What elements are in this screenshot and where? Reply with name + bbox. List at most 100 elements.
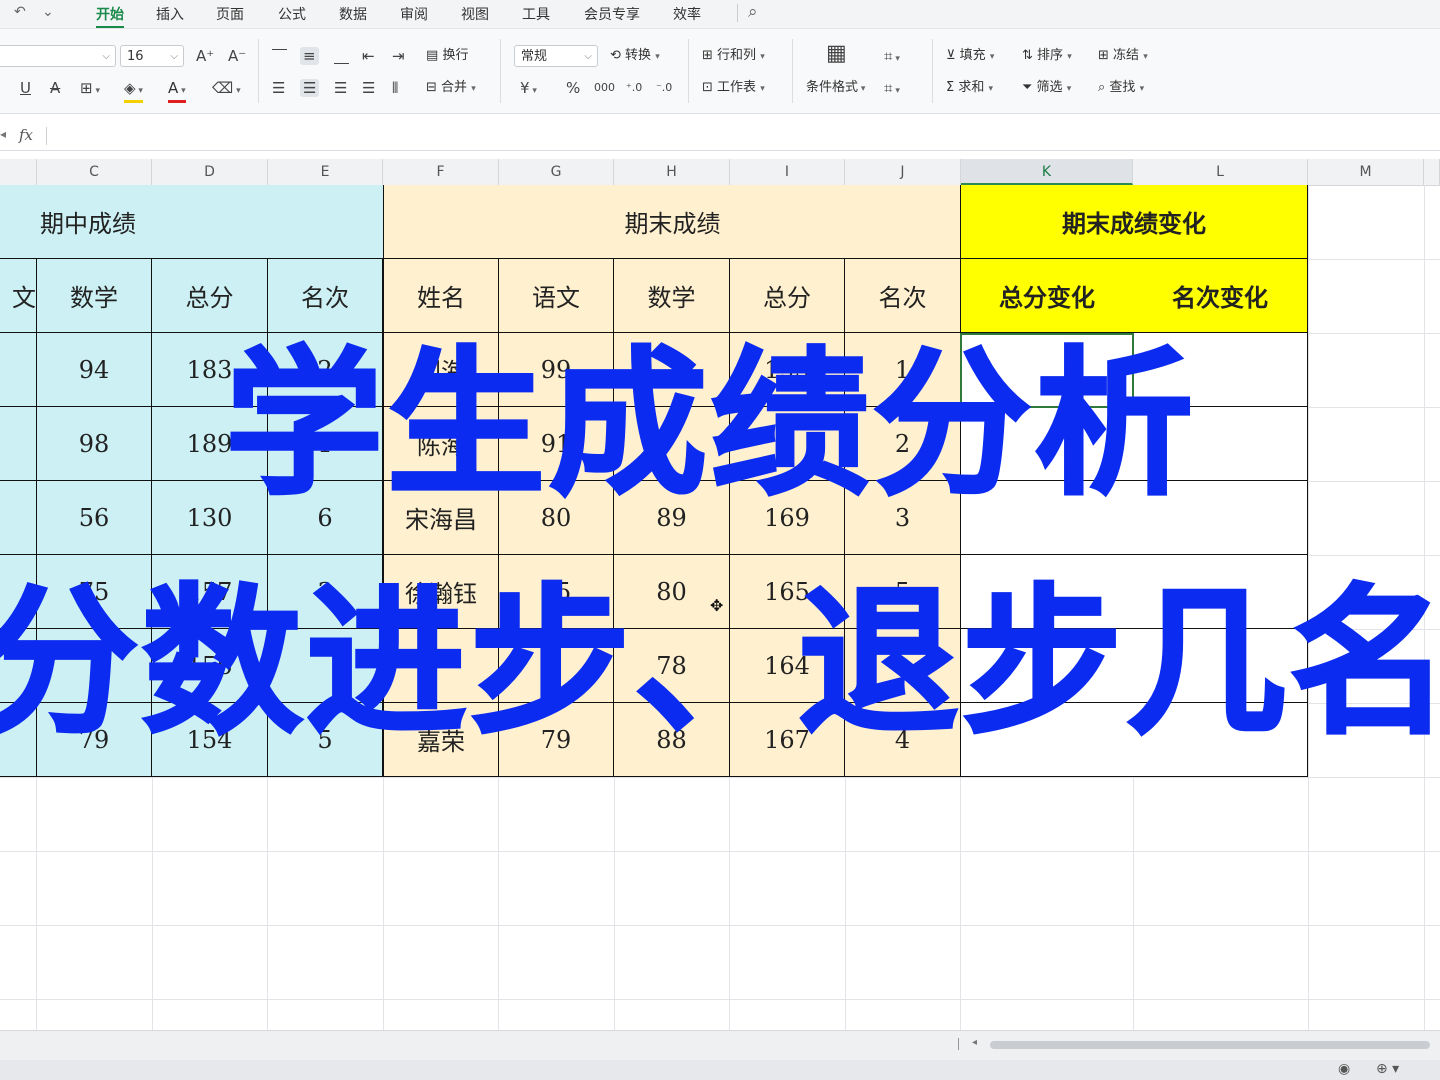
convert-button[interactable]: ⟲ 转换 [610,47,660,66]
freeze-button[interactable]: ⊞ 冻结 [1098,47,1148,66]
column-header-e[interactable]: E [268,159,383,185]
final-title[interactable]: 期末成绩 [383,185,961,259]
table-cell[interactable] [0,407,37,481]
tab-review[interactable]: 审阅 [398,4,430,24]
align-right-icon[interactable]: ☰ [334,79,347,97]
fill-color-icon[interactable]: ◈ [124,79,143,103]
freeze-icon: ⊞ [1098,48,1109,63]
underline-icon[interactable]: U [20,79,31,97]
column-header-g[interactable]: G [499,159,614,185]
crop-icon[interactable]: ⌗ [884,79,900,100]
quick-access-dropdown-icon[interactable]: ⌄ [42,4,54,20]
strikethrough-icon[interactable]: A [50,79,60,97]
tab-formula[interactable]: 公式 [276,4,308,24]
sum-button[interactable]: Σ 求和 [946,79,993,98]
number-format-select[interactable]: 常规 ⌵ [514,45,598,67]
fill-button[interactable]: ⊻ 填充 [946,47,994,66]
header-midterm-rank[interactable]: 名次 [268,259,383,333]
eye-icon[interactable]: ◉ [1338,1061,1350,1077]
freeze-label: 冻结 [1113,48,1140,63]
header-total-change[interactable]: 总分变化 [960,259,1134,333]
justify-icon[interactable]: ☰ [362,79,375,97]
midterm-title[interactable]: 期中成绩 [0,185,383,259]
tab-efficiency[interactable]: 效率 [671,4,703,24]
column-header-i[interactable]: I [730,159,845,185]
distribute-icon[interactable]: ⫴ [392,79,398,97]
decrease-decimal-icon[interactable]: ⁻.0 [656,79,672,97]
table-cell[interactable] [0,333,37,407]
header-final-rank[interactable]: 名次 [845,259,961,333]
header-final-total[interactable]: 总分 [730,259,845,333]
clear-format-icon[interactable]: ⌫ [212,79,241,100]
increase-font-icon[interactable]: A⁺ [196,47,214,65]
wrap-text-button[interactable]: ▤ 换行 [426,47,468,65]
header-midterm-math[interactable]: 数学 [37,259,152,333]
column-header-b[interactable] [0,159,37,185]
currency-button[interactable]: ¥ [520,79,537,100]
horizontal-scrollbar[interactable] [990,1041,1430,1049]
header-final-math[interactable]: 数学 [614,259,730,333]
tab-tools[interactable]: 工具 [520,4,552,24]
find-button[interactable]: ⌕ 查找 [1098,79,1144,98]
split-handle[interactable] [958,1038,959,1050]
align-top-icon[interactable]: ⎺ [272,47,287,65]
formula-input[interactable] [56,126,1426,146]
header-final-chinese[interactable]: 语文 [499,259,614,333]
scroll-left-icon[interactable]: ◂ [972,1037,977,1048]
search-icon[interactable]: ⌕ [748,2,758,22]
tab-page[interactable]: 页面 [214,4,246,24]
header-final-name[interactable]: 姓名 [383,259,499,333]
fx-icon[interactable]: fx [19,126,33,144]
increase-decimal-icon[interactable]: ⁺.0 [626,79,642,97]
align-middle-icon[interactable]: ≡ [300,47,319,65]
rows-cols-button[interactable]: ⊞ 行和列 [702,47,765,66]
column-header-k[interactable]: K [961,159,1133,185]
redo-icon[interactable]: ↶ [14,4,26,20]
tab-insert[interactable]: 插入 [154,4,186,24]
layout-view-icon[interactable]: ⊕ ▾ [1376,1061,1399,1077]
column-header-h[interactable]: H [614,159,730,185]
tab-data[interactable]: 数据 [337,4,369,24]
column-header-j[interactable]: J [845,159,961,185]
conditional-format-button[interactable]: 条件格式 [806,79,865,98]
worksheet-button[interactable]: ⊡ 工作表 [702,79,765,98]
header-rank-change[interactable]: 名次变化 [1133,259,1308,333]
tab-member[interactable]: 会员专享 [582,4,642,24]
header-midterm-chinese[interactable]: 文 [0,259,37,333]
table-cell[interactable]: 56 [37,481,152,555]
thousands-separator-icon[interactable]: 000 [594,79,615,97]
font-family-select[interactable]: ⌵ [0,45,116,67]
align-left-icon[interactable]: ☰ [272,79,285,97]
tab-home[interactable]: 开始 [94,4,126,28]
column-header-d[interactable]: D [152,159,268,185]
table-cell[interactable]: 98 [37,407,152,481]
column-header-m[interactable]: M [1308,159,1424,185]
change-title[interactable]: 期末成绩变化 [960,185,1308,259]
increase-indent-icon[interactable]: ⇥ [392,47,405,65]
table-cell[interactable] [0,481,37,555]
sort-button[interactable]: ⇅ 排序 [1022,47,1072,66]
filter-label: 筛选 [1036,80,1063,95]
table-cell[interactable]: 94 [37,333,152,407]
column-header-f[interactable]: F [383,159,499,185]
border-icon[interactable]: ⊞ [80,79,100,100]
decrease-indent-icon[interactable]: ⇤ [362,47,375,65]
header-midterm-total[interactable]: 总分 [152,259,268,333]
name-box-chevron-icon[interactable]: ◂ [0,127,6,141]
filter-button[interactable]: ⏷ 筛选 [1022,79,1071,98]
cell-style-icon[interactable]: ⌗ [884,47,900,68]
column-header-l[interactable]: L [1133,159,1308,185]
percent-button[interactable]: % [566,79,580,97]
find-label: 查找 [1109,80,1136,95]
rows-cols-icon: ⊞ [702,48,713,63]
tab-view[interactable]: 视图 [459,4,491,24]
align-bottom-icon[interactable]: ⎽ [334,47,349,65]
decrease-font-icon[interactable]: A⁻ [228,47,246,65]
font-size-select[interactable]: 16 ⌵ [120,45,184,67]
merge-button[interactable]: ⊟ 合并 [426,79,476,98]
column-header-n[interactable] [1424,159,1440,185]
conditional-format-icon[interactable]: ▦ [826,43,847,65]
align-center-icon[interactable]: ☰ [300,79,320,97]
column-header-c[interactable]: C [37,159,152,185]
font-color-icon[interactable]: A [168,79,186,103]
